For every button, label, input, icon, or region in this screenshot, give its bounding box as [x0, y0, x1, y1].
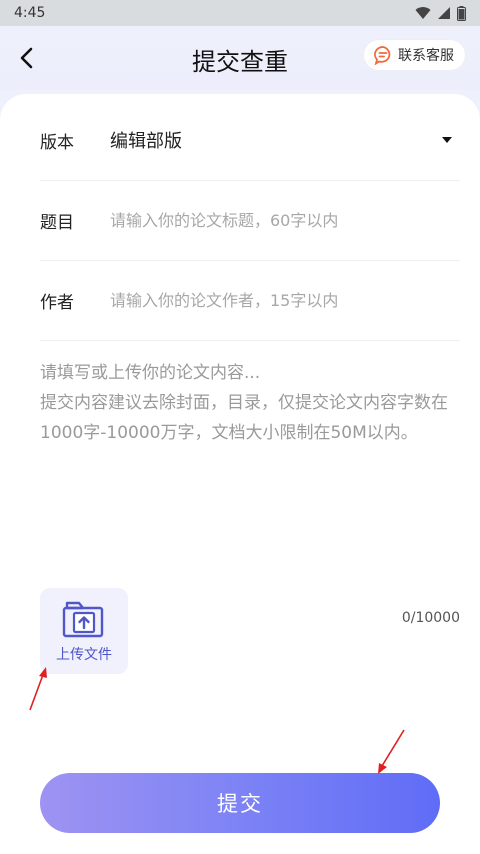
form-card: 版本 编辑部版 题目 作者 上传文件 0/10000 提交	[0, 94, 480, 854]
subject-label: 题目	[40, 212, 74, 233]
battery-icon	[457, 5, 466, 21]
signal-icon	[438, 7, 450, 19]
author-row: 作者	[40, 260, 460, 341]
status-bar: 4:45	[0, 0, 480, 26]
upload-file-button[interactable]: 上传文件	[40, 588, 128, 674]
upload-file-label: 上传文件	[56, 647, 112, 663]
dropdown-caret-icon[interactable]	[442, 137, 452, 143]
contact-service-button[interactable]: 联系客服	[363, 39, 466, 71]
submit-button[interactable]: 提交	[40, 773, 440, 833]
subject-input[interactable]	[110, 210, 460, 230]
author-input[interactable]	[110, 290, 460, 310]
status-time: 4:45	[14, 5, 46, 21]
wifi-icon	[415, 7, 431, 20]
version-row[interactable]: 版本 编辑部版	[40, 100, 460, 181]
version-label: 版本	[40, 132, 74, 153]
chat-bubble-icon	[374, 46, 391, 65]
version-select[interactable]: 编辑部版	[110, 127, 442, 153]
author-label: 作者	[40, 292, 74, 313]
top-bar: 提交查重 联系客服	[0, 26, 480, 90]
contact-service-label: 联系客服	[398, 48, 454, 64]
status-icons	[415, 5, 466, 21]
content-textarea[interactable]	[40, 358, 452, 558]
subject-row: 题目	[40, 180, 460, 261]
folder-upload-icon	[62, 601, 104, 638]
char-counter: 0/10000	[401, 610, 460, 626]
